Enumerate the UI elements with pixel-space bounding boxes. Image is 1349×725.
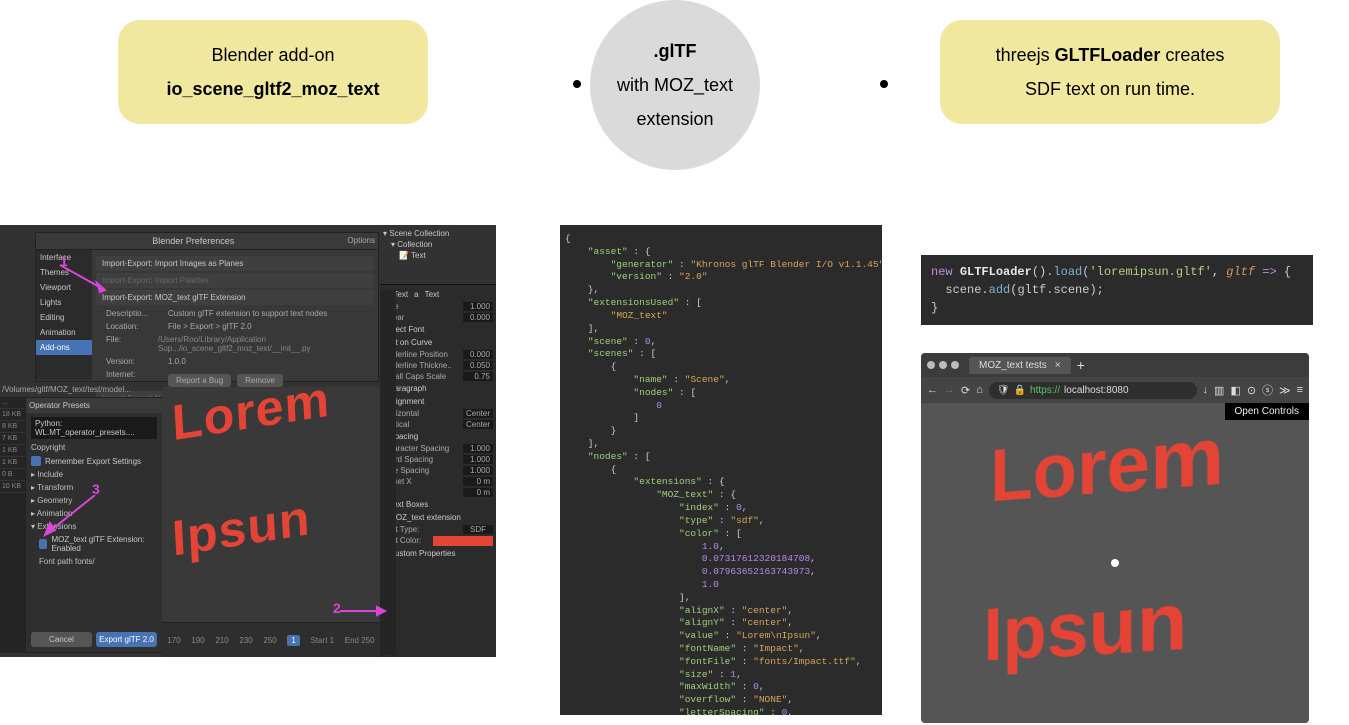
- account-icon[interactable]: ⊙: [1247, 384, 1256, 397]
- prefs-tab-editing[interactable]: Editing: [36, 310, 92, 325]
- open-controls-button[interactable]: Open Controls: [1225, 403, 1309, 420]
- threejs-panel: new GLTFLoader().load('loremipsun.gltf',…: [921, 255, 1313, 723]
- arrow-dot-2: [880, 80, 888, 88]
- shield-icon: 🛡: [997, 385, 1010, 396]
- menu-icon[interactable]: ≫: [1279, 384, 1291, 397]
- threejs-badge-line1: threejs GLTFLoader creates: [968, 38, 1252, 72]
- blender-screenshot: Blender Preferences Options Interface Th…: [0, 225, 496, 657]
- properties-tab-icons[interactable]: [380, 290, 396, 655]
- reload-icon[interactable]: ⟳: [961, 384, 970, 397]
- pocket-icon[interactable]: ⓢ: [1262, 382, 1273, 398]
- prefs-tab-addons[interactable]: Add-ons: [36, 340, 92, 355]
- threejs-badge: threejs GLTFLoader creates SDF text on r…: [940, 20, 1280, 124]
- threejs-code: new GLTFLoader().load('loremipsun.gltf',…: [921, 255, 1313, 325]
- traffic-lights-icon[interactable]: [927, 361, 959, 369]
- report-bug-button[interactable]: Report a Bug: [168, 374, 231, 387]
- blender-preferences-window: Blender Preferences Options Interface Th…: [35, 232, 379, 382]
- properties-panel: ▾ Scene Collection ▾ Collection 📝 Text a…: [380, 225, 496, 657]
- prefs-tab-animation[interactable]: Animation: [36, 325, 92, 340]
- remember-export-check[interactable]: Remember Export Settings: [31, 454, 157, 468]
- viewport-ipsun: Ipsun: [171, 488, 312, 567]
- prefs-title: Blender Preferences: [152, 236, 234, 246]
- options-label: Options: [347, 236, 375, 245]
- export-gltf-button[interactable]: Export glTF 2.0: [96, 632, 157, 647]
- outliner: ▾ Scene Collection ▾ Collection 📝 Text: [380, 225, 496, 285]
- browser-address-bar: ← → ⟳ ⌂ 🛡 🔒 https://localhost:8080 ↓ ▥ ◧…: [921, 377, 1309, 403]
- prefs-tab-lights[interactable]: Lights: [36, 295, 92, 310]
- timeline[interactable]: 170 190 210 230 250 1 Start 1 End 250: [162, 622, 380, 657]
- blender-badge: Blender add-on io_scene_gltf2_moz_text: [118, 20, 428, 124]
- url-input[interactable]: 🛡 🔒 https://localhost:8080: [989, 382, 1197, 399]
- browser-viewport[interactable]: Open Controls Lorem Ipsun: [921, 403, 1309, 723]
- sidebar-icon[interactable]: ◧: [1230, 384, 1240, 397]
- filebrowser-sizes: ... 18 KB 8 KB 7 KB 1 KB 1 KB 0 B 10 KB: [0, 397, 25, 653]
- gltf-badge-line1: .glTF: [654, 34, 697, 68]
- text-color-swatch[interactable]: [433, 536, 493, 546]
- top-badges-row: Blender add-on io_scene_gltf2_moz_text .…: [0, 0, 1349, 165]
- gltf-badge-line2: with MOZ_text: [617, 68, 733, 102]
- close-tab-icon[interactable]: ×: [1055, 360, 1061, 371]
- lock-icon: 🔒: [1014, 385, 1026, 396]
- gltf-badge-line3: extension: [636, 102, 713, 136]
- browser-window: MOZ_text tests × + ← → ⟳ ⌂ 🛡 🔒 https://l…: [921, 353, 1309, 723]
- gltf-badge: .glTF with MOZ_text extension: [590, 0, 760, 170]
- addon-item-moz-text[interactable]: Import-Export: MOZ_text glTF Extension: [96, 290, 374, 305]
- python-preset-field[interactable]: Python: WL.MT_operator_presets....: [31, 417, 157, 439]
- browser-tab-bar: MOZ_text tests × +: [921, 353, 1309, 377]
- new-tab-icon[interactable]: +: [1077, 357, 1085, 373]
- tab-title: MOZ_text tests: [979, 360, 1047, 371]
- browser-tab[interactable]: MOZ_text tests ×: [969, 357, 1071, 374]
- export-header: Operator Presets: [26, 398, 162, 413]
- gltf-json-code: { "asset" : { "generator" : "Khronos glT…: [560, 225, 882, 715]
- downloads-icon[interactable]: ↓: [1203, 384, 1209, 396]
- render-lorem: Lorem: [990, 407, 1224, 519]
- filebrowser-path: /Volumes/gltf/MOZ_text/test/model...: [0, 383, 133, 396]
- cancel-button[interactable]: Cancel: [31, 632, 92, 647]
- addon-item-images[interactable]: Import-Export: Import Images as Planes: [96, 256, 374, 271]
- addon-item-palettes[interactable]: Import-Export: Import Palettes: [96, 273, 374, 288]
- prefs-main: Import-Export: Import Images as Planes I…: [92, 250, 378, 380]
- threejs-badge-line2: SDF text on run time.: [968, 72, 1252, 106]
- forward-icon: →: [944, 384, 955, 396]
- blender-badge-line1: Blender add-on: [146, 38, 400, 72]
- library-icon[interactable]: ▥: [1214, 384, 1224, 397]
- back-icon[interactable]: ←: [927, 384, 938, 396]
- blender-badge-line2: io_scene_gltf2_moz_text: [146, 72, 400, 106]
- hamburger-icon[interactable]: ≡: [1297, 384, 1303, 396]
- render-ipsun: Ipsun: [983, 573, 1187, 679]
- center-indicator-icon: [1111, 559, 1119, 567]
- arrow-dot-1: [573, 80, 581, 88]
- home-icon[interactable]: ⌂: [976, 384, 983, 396]
